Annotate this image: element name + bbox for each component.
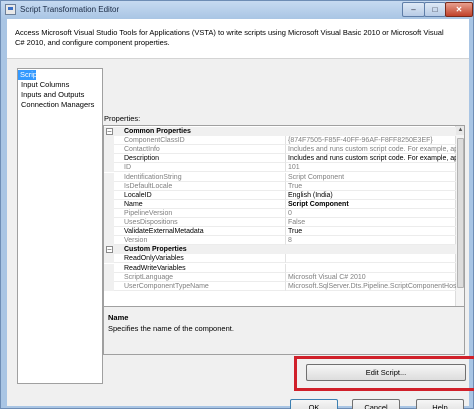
cancel-button[interactable]: Cancel: [352, 399, 400, 409]
property-value[interactable]: 0: [286, 209, 456, 218]
property-row[interactable]: ComponentClassID {874F7505-F85F-40FF-96AF…: [104, 136, 456, 146]
close-button[interactable]: ✕: [445, 2, 473, 17]
edit-script-button[interactable]: Edit Script...: [306, 364, 466, 381]
page-navigation: Script Input Columns Inputs and Outputs Con…: [17, 68, 103, 384]
row-margin: [104, 199, 114, 209]
window-title: Script Transformation Editor: [20, 5, 120, 14]
property-row[interactable]: ReadWriteVariables: [104, 263, 456, 273]
window-icon: [5, 4, 16, 15]
property-row[interactable]: ID 101: [104, 163, 456, 173]
header-description: Access Microsoft Visual Studio Tools for…: [15, 28, 444, 47]
property-row[interactable]: ContactInfo Includes and runs custom scri…: [104, 145, 456, 155]
property-row[interactable]: LocaleID English (India): [104, 190, 456, 200]
collapse-icon[interactable]: –: [106, 128, 113, 135]
property-name: LocaleID: [114, 190, 286, 200]
row-margin: [104, 145, 114, 155]
property-name: ReadOnlyVariables: [114, 254, 286, 264]
property-row[interactable]: Description Includes and runs custom scri…: [104, 154, 456, 164]
property-row[interactable]: IsDefaultLocale True: [104, 181, 456, 191]
property-row[interactable]: ValidateExternalMetadata True: [104, 227, 456, 237]
property-description-text: Specifies the name of the component.: [108, 324, 234, 333]
property-value[interactable]: Script Component: [286, 173, 456, 182]
property-category[interactable]: – Common Properties: [104, 127, 456, 136]
page-navigation-list: Script Input Columns Inputs and Outputs Con…: [18, 69, 102, 110]
property-row[interactable]: UserComponentTypeName Microsoft.SqlServer…: [104, 281, 456, 291]
property-name: ID: [114, 163, 286, 173]
property-grid[interactable]: ▲ ▼ –Common PropertiesComponentClassID{8…: [103, 125, 465, 322]
collapse-icon[interactable]: –: [106, 246, 113, 254]
property-value[interactable]: {874F7505-F85F-40FF-96AF-F8FF8250E3EF}: [286, 136, 456, 146]
property-name: Version: [114, 236, 286, 246]
nav-item-connection-managers[interactable]: Connection Managers: [18, 100, 102, 110]
property-value[interactable]: [286, 264, 456, 273]
nav-item-script[interactable]: Script: [18, 70, 39, 80]
property-name: UsesDispositions: [114, 218, 286, 227]
row-margin: [104, 272, 114, 282]
property-row[interactable]: ReadOnlyVariables: [104, 254, 456, 264]
property-description-panel: Name Specifies the name of the component…: [103, 306, 465, 355]
property-value[interactable]: Microsoft.SqlServer.Dts.Pipeline.ScriptC…: [286, 282, 456, 291]
row-margin: [104, 163, 114, 173]
header-band: Access Microsoft Visual Studio Tools for…: [7, 19, 469, 59]
ok-button[interactable]: OK: [290, 399, 338, 409]
property-name: ValidateExternalMetadata: [114, 227, 286, 237]
property-name: ContactInfo: [114, 145, 286, 155]
property-category-label: Common Properties: [114, 127, 456, 136]
scroll-thumb[interactable]: [457, 138, 464, 288]
property-value[interactable]: [286, 254, 456, 264]
row-margin: [104, 136, 114, 146]
row-margin: [104, 254, 114, 264]
property-name: ScriptLanguage: [114, 272, 286, 282]
property-value[interactable]: Includes and runs custom script code. Fo…: [286, 145, 456, 155]
property-value[interactable]: English (India): [286, 191, 456, 200]
property-row[interactable]: PipelineVersion 0: [104, 208, 456, 218]
property-row[interactable]: UsesDispositions False: [104, 218, 456, 227]
property-row[interactable]: ScriptLanguage Microsoft Visual C# 2010: [104, 272, 456, 282]
row-margin: [104, 263, 114, 273]
property-name: IdentificationString: [114, 172, 286, 182]
property-name: UserComponentTypeName: [114, 281, 286, 291]
property-value[interactable]: False: [286, 218, 456, 227]
row-margin: [104, 227, 114, 237]
row-margin: [104, 172, 114, 182]
property-name: Name: [114, 199, 286, 209]
help-button[interactable]: Help: [416, 399, 464, 409]
properties-label: Properties:: [104, 114, 141, 123]
property-description-title: Name: [108, 313, 129, 322]
property-row[interactable]: Version 8: [104, 236, 456, 246]
scroll-up-arrow-icon[interactable]: ▲: [456, 126, 464, 135]
property-value[interactable]: 101: [286, 163, 456, 173]
property-category-label: Custom Properties: [114, 245, 456, 255]
row-margin: [104, 190, 114, 200]
property-value[interactable]: Script Component: [286, 200, 456, 209]
property-name: ReadWriteVariables: [114, 263, 286, 273]
property-category[interactable]: – Custom Properties: [104, 245, 456, 255]
title-bar[interactable]: Script Transformation Editor – □ ✕: [1, 1, 473, 19]
property-name: Description: [114, 154, 286, 164]
property-value[interactable]: Includes and runs custom script code. Fo…: [286, 154, 456, 164]
row-margin: [104, 208, 114, 218]
row-margin: [104, 154, 114, 164]
nav-item-input-columns[interactable]: Input Columns: [18, 80, 102, 90]
dialog-client: Access Microsoft Visual Studio Tools for…: [7, 19, 474, 409]
row-margin: [104, 181, 114, 191]
property-value[interactable]: True: [286, 227, 456, 237]
property-value[interactable]: Microsoft Visual C# 2010: [286, 273, 456, 282]
property-value[interactable]: True: [286, 182, 456, 191]
property-name: IsDefaultLocale: [114, 181, 286, 191]
property-row[interactable]: IdentificationString Script Component: [104, 172, 456, 182]
row-margin: [104, 218, 114, 227]
script-transformation-editor-window: Script Transformation Editor – □ ✕ Acces…: [0, 0, 474, 409]
minimize-button[interactable]: –: [402, 2, 425, 17]
maximize-button[interactable]: □: [424, 2, 446, 17]
property-value[interactable]: 8: [286, 236, 456, 246]
property-grid-scrollbar[interactable]: ▲ ▼: [455, 126, 464, 321]
property-row[interactable]: Name Script Component: [104, 199, 456, 209]
nav-item-inputs-and-outputs[interactable]: Inputs and Outputs: [18, 90, 102, 100]
property-name: PipelineVersion: [114, 208, 286, 218]
property-name: ComponentClassID: [114, 136, 286, 146]
row-margin: [104, 236, 114, 246]
row-margin: [104, 281, 114, 291]
